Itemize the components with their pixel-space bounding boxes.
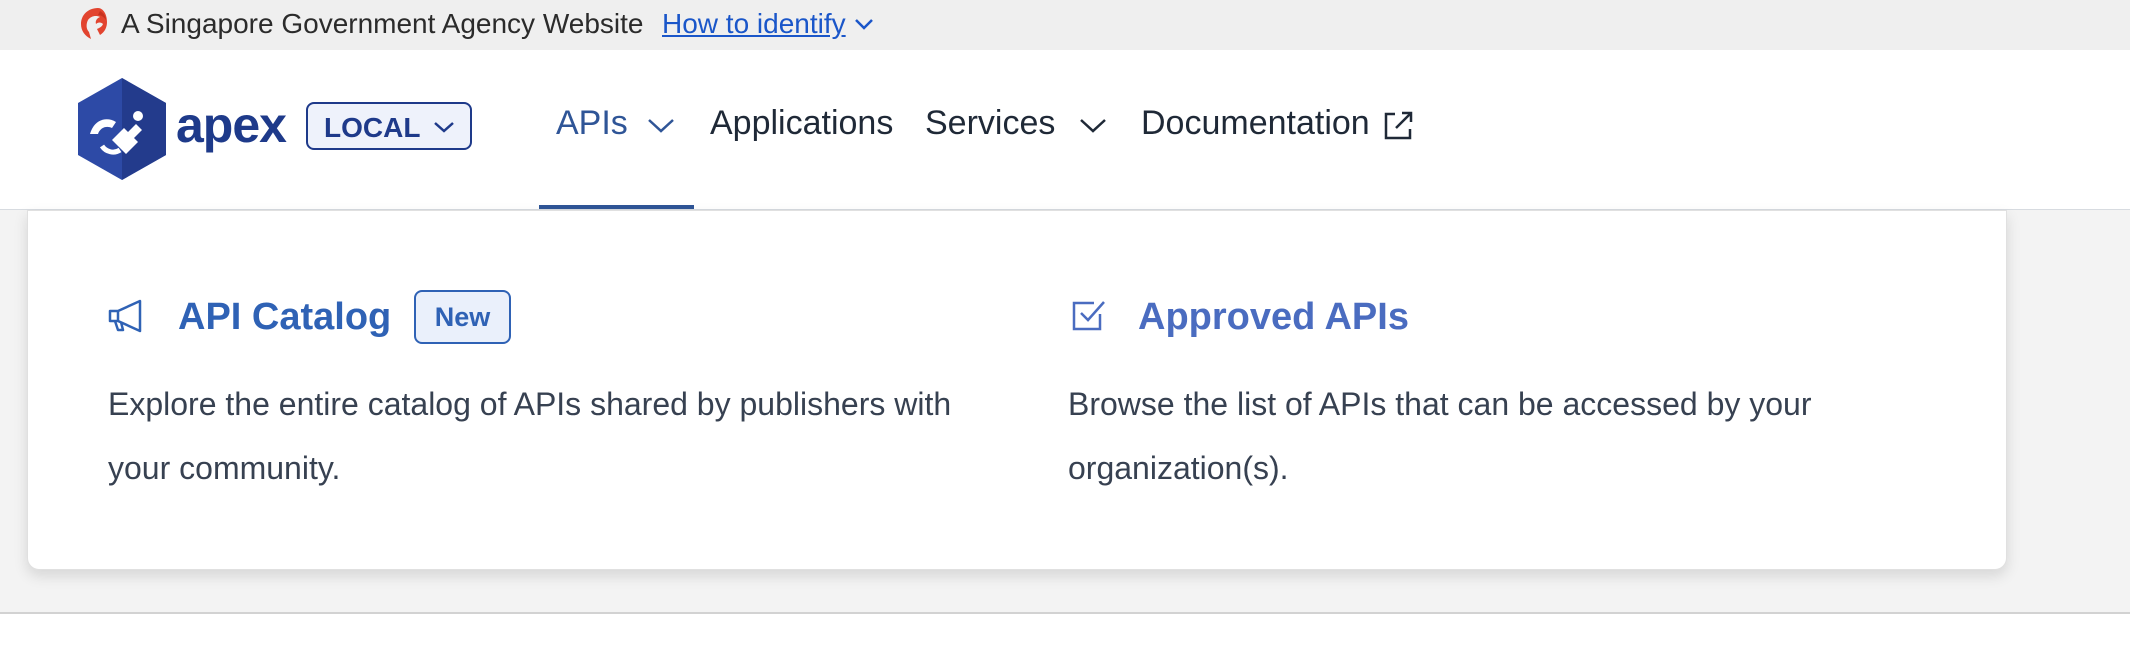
checkbox-icon [1072, 301, 1105, 331]
api-catalog-description: Explore the entire catalog of APIs share… [108, 386, 952, 486]
chevron-down-icon [434, 122, 454, 133]
how-to-identify-link[interactable]: How to identify [662, 8, 846, 40]
chevron-down-icon[interactable] [646, 115, 676, 137]
nav-documentation[interactable]: Documentation [1141, 104, 1370, 143]
megaphone-icon [108, 299, 142, 333]
external-link-icon[interactable] [1380, 108, 1416, 144]
api-catalog-link[interactable]: API Catalog [178, 296, 391, 339]
nav-services[interactable]: Services [925, 104, 1055, 143]
apex-logo-text[interactable]: apex [176, 96, 287, 154]
chevron-down-icon[interactable] [853, 14, 875, 34]
government-masthead: A Singapore Government Agency Website Ho… [0, 0, 2130, 50]
new-badge: New [414, 290, 511, 344]
approved-apis-link[interactable]: Approved APIs [1138, 296, 1409, 339]
masthead-text: A Singapore Government Agency Website [121, 8, 644, 39]
nav-applications[interactable]: Applications [710, 104, 893, 143]
singapore-lion-icon [81, 8, 107, 39]
environment-selector-button[interactable]: LOCAL [306, 102, 472, 150]
nav-active-indicator [539, 205, 694, 209]
environment-label: LOCAL [324, 112, 421, 143]
nav-apis[interactable]: APIs [556, 104, 628, 143]
apex-logo-icon[interactable] [72, 76, 172, 182]
approved-apis-description: Browse the list of APIs that can be acce… [1068, 386, 1812, 486]
chevron-down-icon[interactable] [1078, 115, 1108, 137]
